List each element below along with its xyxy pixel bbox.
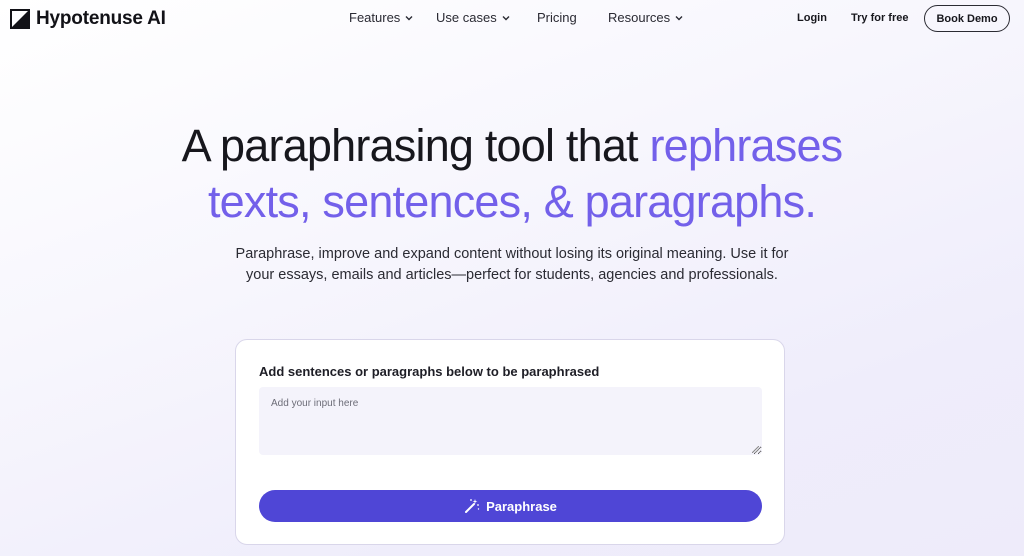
paraphrase-button-label: Paraphrase [486, 498, 557, 514]
resize-handle-icon[interactable] [752, 446, 759, 453]
login-link[interactable]: Login [797, 12, 827, 24]
hero-headline: A paraphrasing tool that rephrases texts… [0, 118, 1024, 230]
paraphrase-tool-card: Add sentences or paragraphs below to be … [235, 339, 785, 545]
nav-item-label: Use cases [436, 10, 497, 25]
nav-item-pricing[interactable]: Pricing [537, 10, 577, 25]
magic-wand-icon [465, 499, 480, 513]
chevron-down-icon [675, 15, 683, 20]
nav-item-resources[interactable]: Resources [608, 10, 683, 25]
input-label: Add sentences or paragraphs below to be … [259, 364, 600, 379]
paraphrase-button[interactable]: Paraphrase [259, 490, 762, 522]
top-navigation: Hypotenuse AI Features Use cases Pricing… [0, 0, 1024, 38]
nav-item-label: Pricing [537, 10, 577, 25]
paraphrase-input[interactable] [259, 387, 762, 455]
nav-item-features[interactable]: Features [349, 10, 413, 25]
headline-accent-line2: texts, sentences, & paragraphs. [207, 176, 817, 227]
chevron-down-icon [502, 15, 510, 20]
headline-accent: rephrases [649, 120, 843, 171]
headline-text: A paraphrasing tool that [181, 120, 650, 171]
hero-subtext: Paraphrase, improve and expand content w… [235, 246, 789, 283]
nav-item-label: Resources [608, 10, 671, 25]
nav-item-use-cases[interactable]: Use cases [436, 10, 510, 25]
nav-item-label: Features [349, 10, 401, 25]
try-for-free-link[interactable]: Try for free [851, 12, 908, 24]
book-demo-button[interactable]: Book Demo [924, 5, 1010, 32]
chevron-down-icon [405, 15, 413, 20]
